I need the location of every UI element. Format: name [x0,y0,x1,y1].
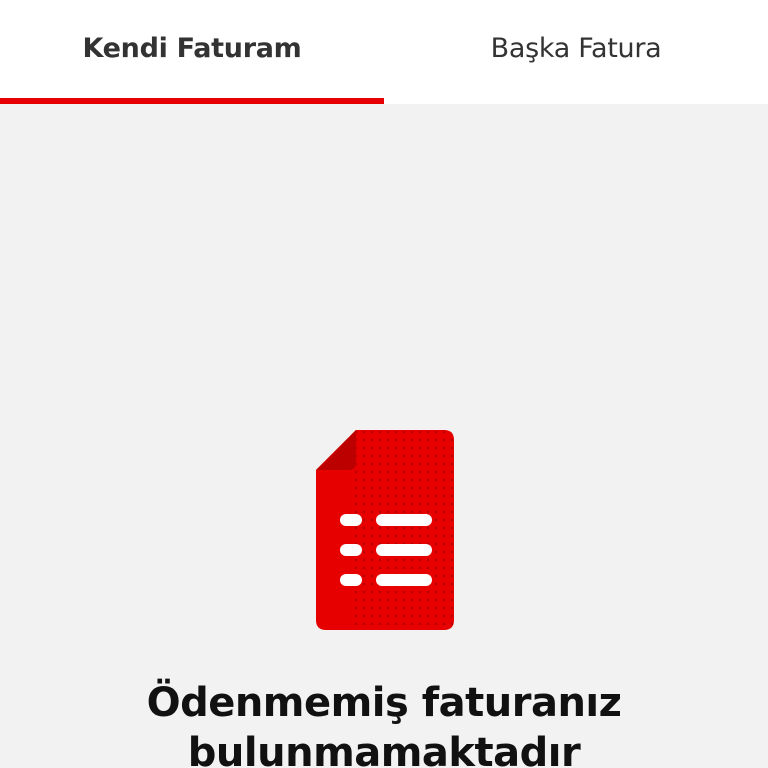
tab-baska-fatura[interactable]: Başka Fatura [384,0,768,104]
bill-payment-screen: Kendi Faturam Başka Fatura Ödenmemiş fat… [0,0,768,768]
empty-state: Ödenmemiş faturanız bulunmamaktadır [0,104,768,768]
invoice-document-icon [316,430,454,630]
empty-state-message: Ödenmemiş faturanız bulunmamaktadır [0,678,768,768]
empty-state-message-line1: Ödenmemiş faturanız [146,680,622,726]
tab-label-baska-fatura: Başka Fatura [490,32,662,64]
tab-kendi-faturam[interactable]: Kendi Faturam [0,0,384,104]
tab-label-kendi-faturam: Kendi Faturam [82,32,302,64]
empty-state-message-line2: bulunmamaktadır [187,730,581,768]
tab-bar: Kendi Faturam Başka Fatura [0,0,768,104]
